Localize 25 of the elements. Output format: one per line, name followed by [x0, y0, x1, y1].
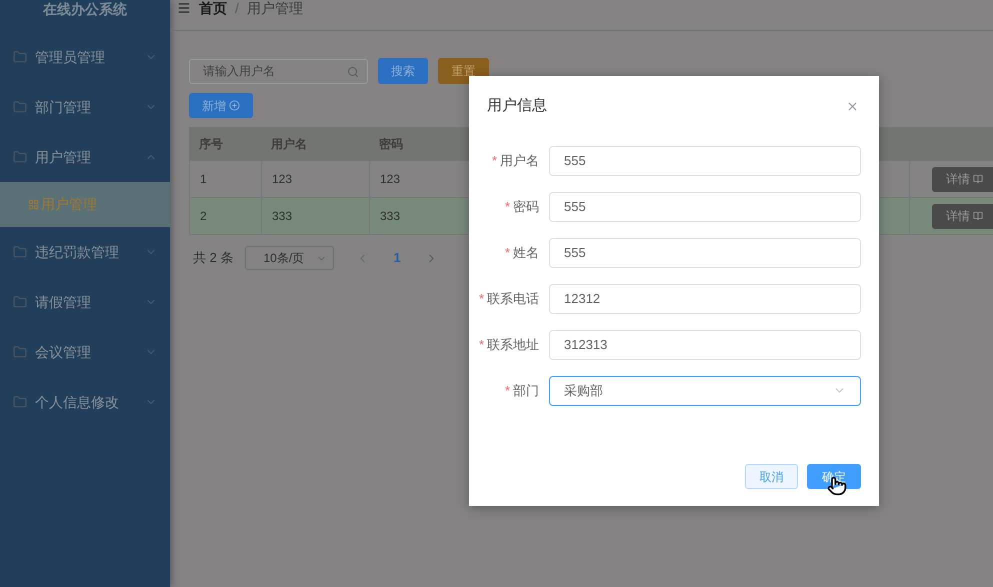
field-label: 用户名	[500, 152, 539, 170]
app-title: 在线办公系统	[43, 1, 127, 18]
table-cell: 123	[369, 161, 459, 197]
column-header: 序号	[198, 136, 224, 153]
table-cell: 333	[369, 198, 459, 234]
column-header: 用户名	[270, 136, 308, 153]
total-count: 共 2 条	[193, 249, 234, 268]
dialog-title: 用户信息	[487, 96, 547, 116]
breadcrumb-separator: /	[235, 0, 239, 16]
table-cell: 123	[261, 161, 369, 197]
table-cell: 1	[189, 161, 261, 197]
field-label: 部门	[513, 382, 539, 400]
field-label: 姓名	[513, 244, 539, 262]
required-mark: *	[504, 244, 510, 262]
required-mark: *	[504, 382, 510, 400]
required-mark: *	[478, 290, 484, 308]
field-label: 密码	[513, 198, 539, 216]
field-label: 联系地址	[487, 336, 539, 354]
required-mark: *	[492, 152, 497, 170]
table-cell: 2	[189, 198, 261, 234]
required-mark: *	[504, 198, 510, 216]
field-label: 联系电话	[487, 290, 539, 308]
table-cell: 333	[261, 198, 369, 234]
required-mark: *	[478, 336, 484, 354]
column-header: 密码	[378, 136, 404, 153]
